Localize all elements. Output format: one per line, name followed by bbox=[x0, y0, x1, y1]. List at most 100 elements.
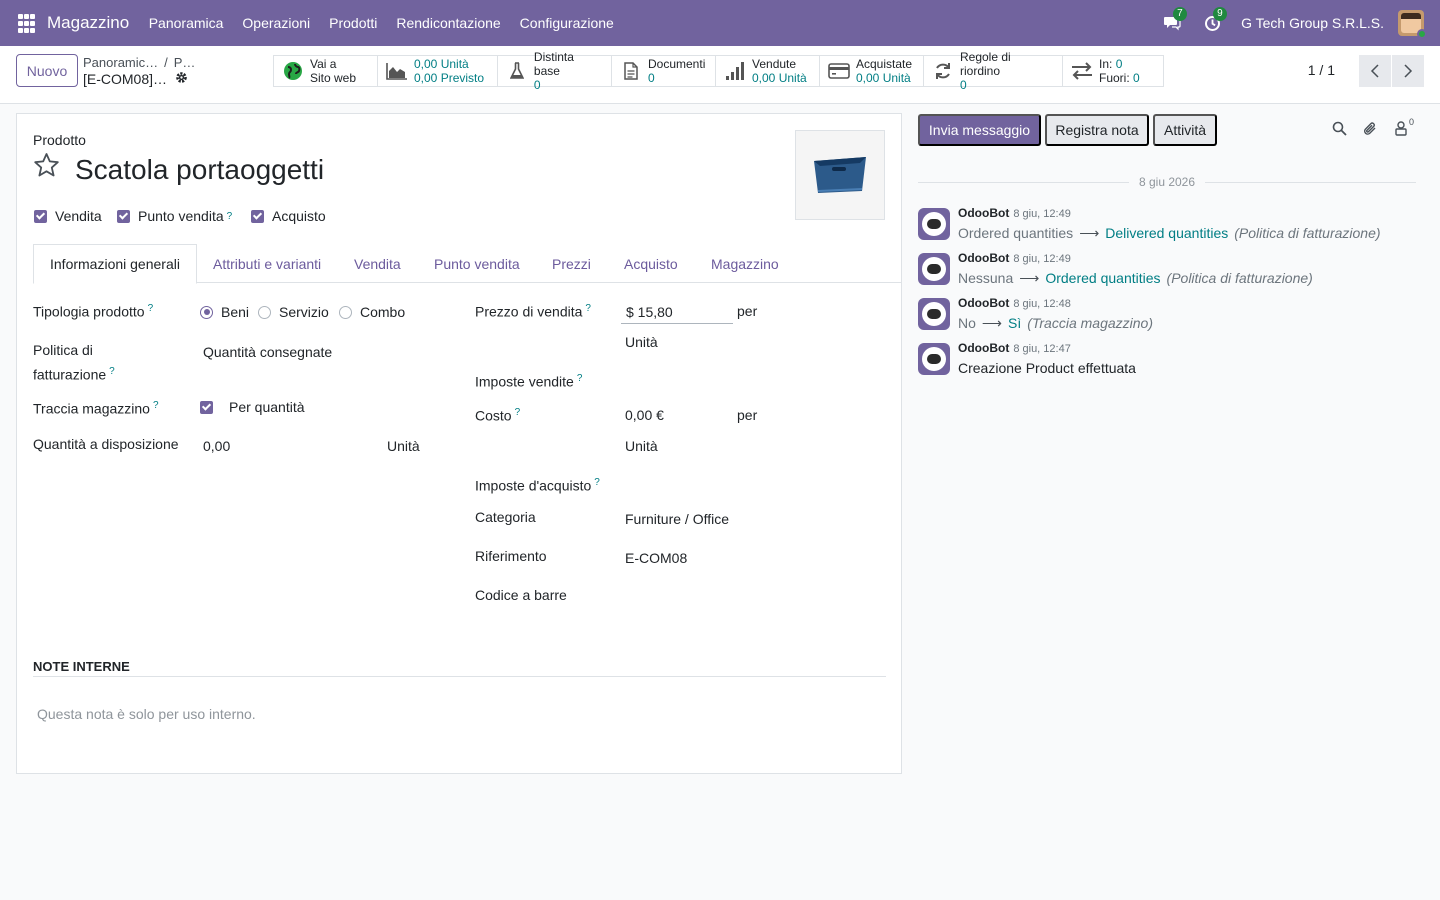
internal-notes-input[interactable]: Questa nota è solo per uso interno. bbox=[37, 706, 256, 722]
menu-rendicontazione[interactable]: Rendicontazione bbox=[387, 15, 510, 31]
internal-notes-title: NOTE INTERNE bbox=[33, 659, 130, 674]
purchase-taxes-help-icon[interactable]: ? bbox=[594, 477, 600, 488]
menu-panoramica[interactable]: Panoramica bbox=[139, 15, 233, 31]
tab-sales[interactable]: Vendita bbox=[338, 244, 417, 283]
pager-next-button[interactable] bbox=[1392, 55, 1424, 87]
chatter-message: OdooBot 8 giu, 12:47 Creazione Product ef… bbox=[918, 341, 1416, 381]
product-type-label: Tipologia prodotto? bbox=[33, 298, 153, 323]
tab-inventory[interactable]: Magazzino bbox=[695, 244, 795, 283]
cost-per: per bbox=[737, 407, 758, 423]
menu-prodotti[interactable]: Prodotti bbox=[320, 15, 387, 31]
pager-value[interactable]: 1 / 1 bbox=[1308, 62, 1335, 78]
send-message-button[interactable]: Invia messaggio bbox=[918, 114, 1041, 146]
type-option-combo[interactable]: Combo bbox=[339, 304, 405, 320]
gear-icon[interactable] bbox=[175, 71, 188, 87]
track-inventory-help-icon[interactable]: ? bbox=[153, 400, 159, 411]
purchased-smart-button[interactable]: Acquistate 0,00 Unità bbox=[820, 56, 924, 86]
product-name-field[interactable]: Scatola portaoggetti bbox=[75, 154, 324, 186]
notebook-tabs: Informazioni generali Attributi e varian… bbox=[33, 244, 901, 284]
log-note-button[interactable]: Registra nota bbox=[1045, 114, 1149, 146]
purchase-taxes-label-text: Imposte d'acquisto bbox=[475, 477, 592, 494]
forecast-smart-button[interactable]: 0,00 Unità 0,00 Previsto bbox=[378, 56, 498, 86]
app-name[interactable]: Magazzino bbox=[47, 13, 129, 33]
odoobot-avatar[interactable] bbox=[918, 253, 950, 285]
message-author-name[interactable]: OdooBot bbox=[958, 251, 1009, 265]
documents-smart-button[interactable]: Documenti 0 bbox=[612, 56, 716, 86]
track-inventory-value[interactable]: Per quantità bbox=[229, 399, 305, 415]
star-icon[interactable] bbox=[33, 152, 60, 186]
bom-smart-button[interactable]: Distinta base 0 bbox=[498, 50, 612, 92]
invoice-policy-help-icon[interactable]: ? bbox=[109, 366, 115, 377]
odoobot-avatar[interactable] bbox=[918, 298, 950, 330]
tab-purchase[interactable]: Acquisto bbox=[608, 244, 694, 283]
cost-value[interactable]: 0,00 € bbox=[625, 407, 664, 423]
file-icon bbox=[620, 62, 642, 80]
pager-previous-button[interactable] bbox=[1359, 55, 1391, 87]
bom-value: 0 bbox=[533, 78, 541, 92]
tab-pricing[interactable]: Prezzi bbox=[536, 244, 607, 283]
sale-price-input[interactable]: $ 15,80 bbox=[621, 301, 733, 324]
purchase-checkbox[interactable]: Acquisto bbox=[251, 208, 326, 224]
moves-smart-button[interactable]: In: 0 Fuori: 0 bbox=[1063, 56, 1163, 86]
message-author-name[interactable]: OdooBot bbox=[958, 341, 1009, 355]
type-option-service-radio bbox=[258, 305, 271, 319]
menu-configurazione[interactable]: Configurazione bbox=[510, 15, 623, 31]
purchased-label: Acquistate bbox=[856, 57, 913, 71]
message-author-name[interactable]: OdooBot bbox=[958, 206, 1009, 220]
odoobot-avatar[interactable] bbox=[918, 208, 950, 240]
tab-point-of-sale[interactable]: Punto vendita bbox=[418, 244, 536, 283]
breadcrumb-item-products[interactable]: P… bbox=[174, 55, 196, 70]
breadcrumb-item-panoramica[interactable]: Panoramic… bbox=[83, 55, 158, 70]
activities-button[interactable]: Attività bbox=[1153, 114, 1217, 146]
messages-button[interactable]: 7 bbox=[1161, 7, 1187, 34]
pos-checkbox[interactable]: Punto vendita? bbox=[117, 208, 232, 224]
type-option-service[interactable]: Servizio bbox=[258, 304, 329, 320]
pos-help-icon[interactable]: ? bbox=[227, 211, 233, 222]
reorder-value: 0 bbox=[959, 78, 967, 92]
message-tracking: Ordered quantities ⟶ Delivered quantities (… bbox=[958, 225, 1381, 242]
sale-price-help-icon[interactable]: ? bbox=[585, 303, 591, 314]
invoice-policy-select[interactable]: Quantità consegnate bbox=[203, 344, 332, 360]
product-image[interactable] bbox=[795, 130, 885, 220]
bot-icon bbox=[922, 302, 946, 326]
qty-on-hand-label: Quantità a disposizione bbox=[33, 436, 179, 452]
invoice-policy-label: Politica di fatturazione? bbox=[33, 340, 115, 386]
reference-value[interactable]: E-COM08 bbox=[625, 550, 687, 566]
user-avatar[interactable] bbox=[1398, 10, 1427, 39]
cost-help-icon[interactable]: ? bbox=[515, 407, 521, 418]
documents-value: 0 bbox=[648, 71, 655, 85]
website-line2: Sito web bbox=[310, 71, 357, 85]
product-label: Prodotto bbox=[33, 132, 86, 148]
search-icon[interactable] bbox=[1332, 121, 1347, 139]
odoobot-avatar[interactable] bbox=[918, 343, 950, 375]
new-button[interactable]: Nuovo bbox=[16, 54, 78, 87]
moves-out-label: Fuori: bbox=[1099, 71, 1130, 85]
website-smart-button[interactable]: Vai a Sito web bbox=[274, 56, 378, 86]
sale-checkbox[interactable]: Vendita bbox=[34, 208, 102, 224]
tab-general-info[interactable]: Informazioni generali bbox=[33, 244, 197, 284]
track-inventory-checkbox[interactable]: Per quantità bbox=[200, 399, 305, 415]
category-value[interactable]: Furniture / Office bbox=[625, 511, 729, 527]
paperclip-icon[interactable] bbox=[1363, 121, 1378, 140]
signal-icon bbox=[724, 62, 746, 80]
type-option-goods[interactable]: Beni bbox=[200, 304, 249, 320]
tab-attributes-variants[interactable]: Attributi e varianti bbox=[197, 244, 337, 283]
activities-button[interactable]: 9 bbox=[1201, 7, 1227, 34]
type-option-service-label: Servizio bbox=[279, 304, 329, 320]
apps-grid-icon[interactable] bbox=[15, 12, 37, 34]
tracking-field: (Politica di fatturazione) bbox=[1234, 225, 1381, 241]
product-type-help-icon[interactable]: ? bbox=[148, 303, 154, 314]
tracking-old-value: Nessuna bbox=[958, 270, 1014, 286]
company-switcher[interactable]: G Tech Group S.R.L.S. bbox=[1241, 15, 1384, 31]
followers-button[interactable]: 0 bbox=[1394, 117, 1414, 136]
arrow-right-icon: ⟶ bbox=[1079, 225, 1100, 241]
date-separator-line-right bbox=[1205, 181, 1416, 183]
product-type-label-text: Tipologia prodotto bbox=[33, 303, 145, 320]
sale-taxes-help-icon[interactable]: ? bbox=[577, 373, 583, 384]
sold-smart-button[interactable]: Vendute 0,00 Unità bbox=[716, 56, 820, 86]
qty-on-hand-uom: Unità bbox=[387, 438, 420, 454]
message-author-name[interactable]: OdooBot bbox=[958, 296, 1009, 310]
reorder-rules-smart-button[interactable]: Regole di riordino 0 bbox=[924, 50, 1063, 92]
sale-price-uom[interactable]: Unità bbox=[625, 334, 658, 350]
menu-operazioni[interactable]: Operazioni bbox=[233, 15, 320, 31]
